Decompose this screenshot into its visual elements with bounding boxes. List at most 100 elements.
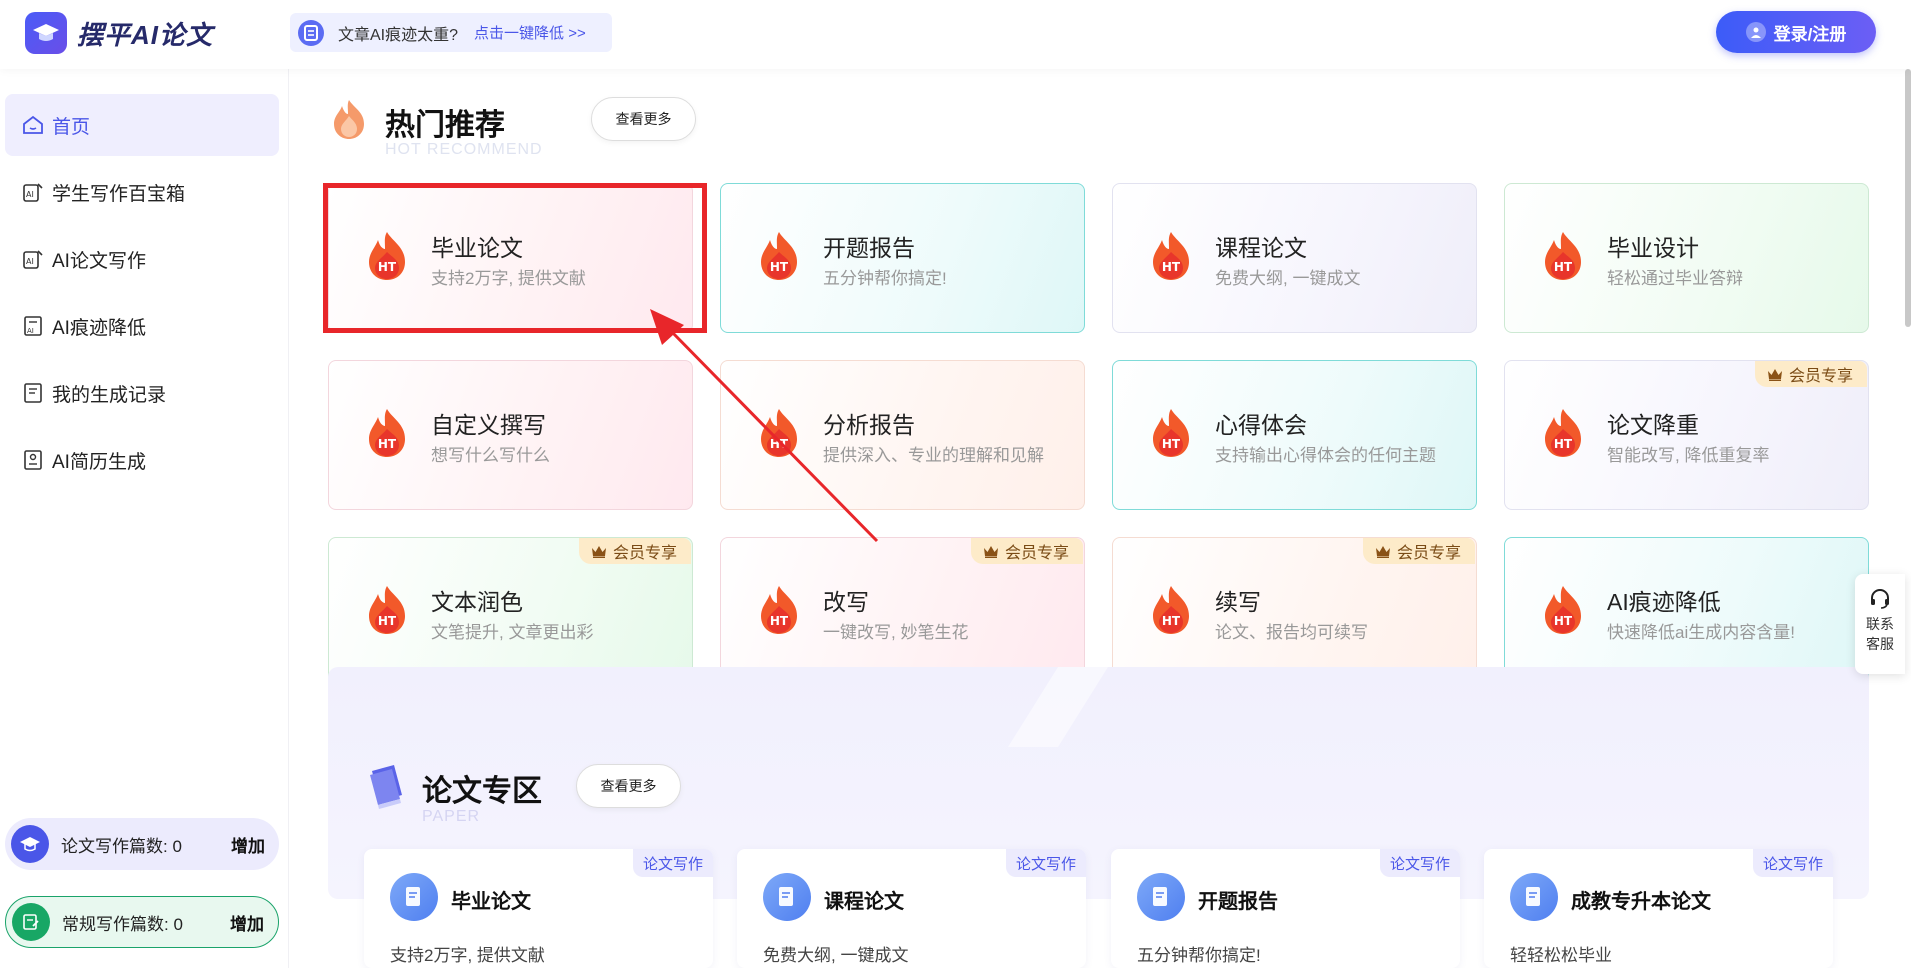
paper-count-bar: 论文写作篇数: 0 增加 [5, 818, 279, 870]
flame-badge-text: HT [1554, 437, 1573, 451]
flame-badge-text: HT [378, 614, 397, 628]
flame-badge-text: HT [770, 614, 789, 628]
svg-text:AI: AI [26, 257, 34, 266]
crown-icon [1767, 368, 1782, 381]
paper-card-tag: 论文写作 [632, 849, 713, 877]
book-icon [364, 763, 408, 809]
decorative-shape [1008, 667, 1108, 747]
notice-link[interactable]: 点击一键降低 >> [474, 22, 586, 43]
graduation-cap-icon [25, 12, 67, 54]
record-icon [20, 380, 46, 406]
vip-badge: 会员专享 [1362, 538, 1475, 564]
hot-card-title: AI痕迹降低 [1607, 589, 1721, 615]
login-label: 登录/注册 [1773, 24, 1847, 44]
sidebar-item-records[interactable]: 我的生成记录 [5, 362, 279, 424]
vip-badge-label: 会员专享 [1004, 545, 1069, 562]
hot-card-title: 论文降重 [1607, 412, 1699, 438]
paper-more-button[interactable]: 查看更多 [576, 764, 681, 808]
crown-icon [591, 545, 606, 558]
sidebar-item-toolbox[interactable]: AI 学生写作百宝箱 [5, 161, 279, 223]
sidebar-item-resume[interactable]: AI简历生成 [5, 429, 279, 491]
hot-card[interactable]: HT 改写 一键改写, 妙笔生花 会员专享 [720, 537, 1085, 687]
paper-card-title: 开题报告 [1198, 891, 1278, 913]
notice-banner[interactable]: 文章AI痕迹太重? 点击一键降低 >> [290, 13, 612, 52]
hot-card-title: 毕业设计 [1607, 235, 1699, 261]
paper-card-title: 毕业论文 [451, 891, 531, 913]
hot-card[interactable]: HT 毕业设计轻松通过毕业答辩 [1504, 183, 1869, 333]
hot-card-desc: 支持输出心得体会的任何主题 [1215, 446, 1436, 465]
vip-badge-label: 会员专享 [1396, 545, 1461, 562]
flame-icon [328, 98, 370, 140]
hot-flame-icon: HT [761, 232, 797, 280]
sidebar-item-label: 我的生成记录 [52, 384, 167, 406]
hot-card-desc: 文笔提升, 文章更出彩 [431, 623, 594, 642]
hot-more-button[interactable]: 查看更多 [591, 97, 696, 141]
vip-badge-label: 会员专享 [1788, 368, 1853, 385]
paper-card-title: 课程论文 [824, 891, 904, 913]
hot-card-desc: 想写什么写什么 [431, 446, 550, 465]
flame-badge-text: HT [1554, 260, 1573, 274]
vip-badge: 会员专享 [970, 538, 1083, 564]
top-header: 摆平AI论文 文章AI痕迹太重? 点击一键降低 >> 登录/注册 [0, 0, 1911, 69]
logo-text: 摆平AI论文 [77, 19, 214, 50]
hot-card-desc: 一键改写, 妙笔生花 [823, 623, 969, 642]
paper-section-title: 论文专区 [422, 775, 542, 808]
hot-card-desc: 快速降低ai生成内容含量! [1607, 623, 1795, 642]
hot-card[interactable]: HT 心得体会 支持输出心得体会的任何主题 [1112, 360, 1477, 510]
hot-card-title: 心得体会 [1215, 412, 1307, 438]
resume-icon [20, 447, 46, 473]
login-button[interactable]: 登录/注册 [1716, 11, 1876, 53]
ai-pen-icon: AI [20, 246, 46, 272]
hot-card[interactable]: HT 文本润色 文笔提升, 文章更出彩 会员专享 [328, 537, 693, 687]
paper-section-subtitle: PAPER [422, 808, 481, 825]
sidebar-item-ai-reduce[interactable]: AI AI痕迹降低 [5, 295, 279, 357]
hot-card[interactable]: HT 课程论文免费大纲, 一键成文 [1112, 183, 1477, 333]
hot-flame-icon: HT [1153, 586, 1189, 634]
hot-card-title: 课程论文 [1215, 235, 1307, 261]
paper-card-desc: 支持2万字, 提供文献 [390, 946, 545, 965]
notice-text: 文章AI痕迹太重? [338, 26, 459, 44]
general-count-add-button[interactable]: 增加 [230, 910, 264, 935]
customer-service-float[interactable]: 联系客服 [1855, 574, 1905, 674]
hot-flame-icon: HT [1545, 586, 1581, 634]
sidebar: 首页 AI 学生写作百宝箱 AI AI论文写作 AI AI痕迹降低 我的生成记录… [0, 69, 289, 968]
paper-card-desc: 轻轻松松毕业 [1510, 946, 1612, 965]
paper-card-tag: 论文写作 [1379, 849, 1460, 877]
sidebar-item-home[interactable]: 首页 [5, 94, 279, 156]
sidebar-item-label: AI简历生成 [52, 451, 146, 473]
graduation-cap-icon [11, 825, 49, 863]
paper-doc-icon [390, 873, 438, 921]
hot-flame-icon: HT [369, 409, 405, 457]
flame-badge-text: HT [1554, 614, 1573, 628]
paper-card[interactable]: 成教专升本论文 轻轻松松毕业 论文写作 [1484, 849, 1833, 968]
scrollbar-thumb[interactable] [1905, 69, 1911, 327]
hot-card-title: 自定义撰写 [431, 412, 546, 438]
hot-card-desc: 免费大纲, 一键成文 [1215, 269, 1361, 288]
logo[interactable]: 摆平AI论文 [25, 12, 213, 54]
vip-badge: 会员专享 [1754, 361, 1867, 387]
paper-doc-icon [763, 873, 811, 921]
annotation-arrow [650, 309, 879, 543]
home-icon [20, 112, 46, 138]
paper-card[interactable]: 毕业论文支持2万字, 提供文献 论文写作 [364, 849, 713, 968]
flame-badge-text: HT [1162, 260, 1181, 274]
hot-card[interactable]: HT AI痕迹降低快速降低ai生成内容含量! [1504, 537, 1869, 687]
hot-card[interactable]: HT 续写 论文、报告均可续写 会员专享 [1112, 537, 1477, 687]
user-icon [1745, 22, 1766, 42]
document-icon [298, 19, 324, 46]
hot-card-desc: 轻松通过毕业答辩 [1607, 269, 1743, 288]
hot-card-title: 开题报告 [823, 235, 915, 261]
paper-card[interactable]: 课程论文 免费大纲, 一键成文 论文写作 [737, 849, 1086, 968]
hot-card[interactable]: HT 论文降重 智能改写, 降低重复率 会员专享 [1504, 360, 1869, 510]
hot-card[interactable]: HT 自定义撰写想写什么写什么 [328, 360, 693, 510]
sidebar-item-label: AI论文写作 [52, 250, 146, 272]
paper-card[interactable]: 开题报告 五分钟帮你搞定! 论文写作 [1111, 849, 1460, 968]
customer-service-label: 联系客服 [1866, 616, 1894, 652]
sidebar-item-label: 学生写作百宝箱 [52, 183, 186, 205]
edit-doc-icon [12, 903, 50, 941]
headset-icon [1871, 589, 1889, 609]
sidebar-item-ai-paper[interactable]: AI AI论文写作 [5, 228, 279, 290]
paper-count-label: 论文写作篇数: 0 [61, 836, 182, 856]
svg-text:AI: AI [27, 327, 34, 335]
paper-count-add-button[interactable]: 增加 [231, 832, 265, 857]
